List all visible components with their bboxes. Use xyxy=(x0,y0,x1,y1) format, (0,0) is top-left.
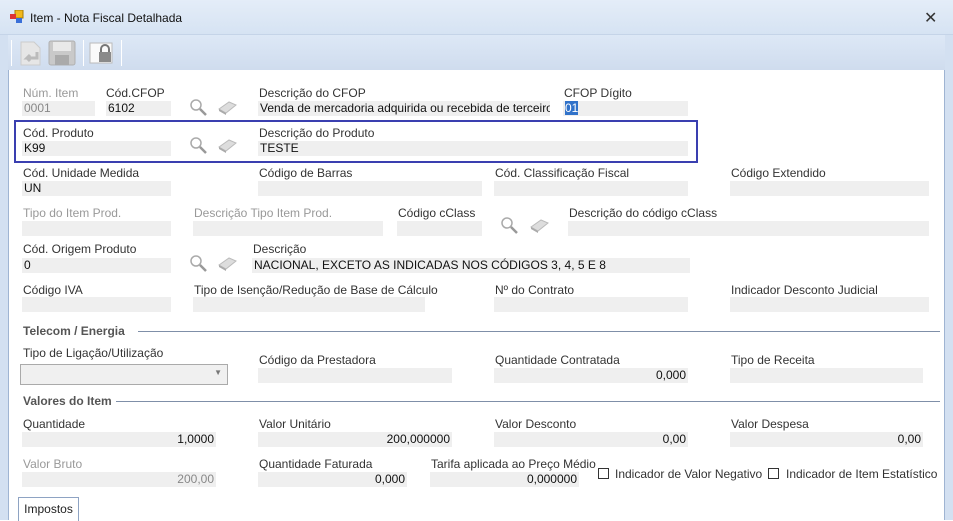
toolbar xyxy=(8,35,945,70)
qtd-faturada-label: Quantidade Faturada xyxy=(259,457,373,471)
tipo-isencao-field[interactable] xyxy=(193,297,425,312)
search-icon[interactable] xyxy=(500,216,520,234)
cod-unidade-field[interactable]: UN xyxy=(22,181,171,196)
cod-prestadora-label: Código da Prestadora xyxy=(259,353,376,367)
section-valores-title: Valores do Item xyxy=(23,394,112,408)
desc-cfop-field: Venda de mercadoria adquirida ou recebid… xyxy=(258,101,550,116)
valor-despesa-field[interactable]: 0,00 xyxy=(730,432,923,447)
cod-iva-field[interactable] xyxy=(22,297,171,312)
eraser-icon[interactable] xyxy=(217,136,237,154)
valor-negativo-checkbox[interactable] xyxy=(598,468,609,479)
app-icon xyxy=(10,10,24,23)
valor-unitario-label: Valor Unitário xyxy=(259,417,331,431)
desc-cclass-label: Descrição do código cClass xyxy=(569,206,718,220)
desc-cfop-label: Descrição do CFOP xyxy=(259,86,366,100)
cod-origem-field[interactable]: 0 xyxy=(22,258,171,273)
tipo-ligacao-select[interactable]: ▼ xyxy=(20,364,228,385)
search-icon[interactable] xyxy=(189,136,209,154)
cod-unidade-label: Cód. Unidade Medida xyxy=(23,166,140,180)
desc-tipo-item-field xyxy=(193,221,383,236)
window-title: Item - Nota Fiscal Detalhada xyxy=(30,11,183,25)
section-divider xyxy=(116,401,940,402)
cod-class-fiscal-field[interactable] xyxy=(494,181,688,196)
lock-icon xyxy=(89,42,113,64)
item-estatistico-checkbox[interactable] xyxy=(768,468,779,479)
valor-desconto-field[interactable]: 0,00 xyxy=(494,432,688,447)
section-telecom-title: Telecom / Energia xyxy=(23,324,125,338)
close-button[interactable]: ✕ xyxy=(924,8,937,28)
tipo-item-label: Tipo do Item Prod. xyxy=(23,206,122,220)
valor-bruto-field: 200,00 xyxy=(22,472,216,487)
valor-unitario-field[interactable]: 200,000000 xyxy=(258,432,452,447)
num-contrato-label: Nº do Contrato xyxy=(495,283,575,297)
lock-button[interactable] xyxy=(88,40,116,66)
num-item-label: Núm. Item xyxy=(23,86,79,100)
valor-desconto-label: Valor Desconto xyxy=(495,417,577,431)
desc-produto-field: TESTE xyxy=(258,141,688,156)
valor-negativo-label[interactable]: Indicador de Valor Negativo xyxy=(615,467,762,481)
cod-class-fiscal-label: Cód. Classificação Fiscal xyxy=(495,166,630,180)
qtd-contratada-label: Quantidade Contratada xyxy=(495,353,620,367)
section-divider xyxy=(138,331,940,332)
save-icon xyxy=(48,40,76,66)
cfop-digito-field[interactable]: 01 xyxy=(563,101,688,116)
desc-origem-field: NACIONAL, EXCETO AS INDICADAS NOS CÓDIGO… xyxy=(252,258,690,273)
ind-desc-judicial-field[interactable] xyxy=(730,297,929,312)
num-contrato-field[interactable] xyxy=(494,297,688,312)
cod-cclass-field[interactable] xyxy=(397,221,482,236)
eraser-icon[interactable] xyxy=(529,216,549,234)
valor-bruto-label: Valor Bruto xyxy=(23,457,83,471)
tipo-ligacao-label: Tipo de Ligação/Utilização xyxy=(23,346,164,360)
cod-produto-label: Cód. Produto xyxy=(23,126,94,140)
tipo-item-field xyxy=(22,221,171,236)
cfop-digito-label: CFOP Dígito xyxy=(564,86,632,100)
tipo-isencao-label: Tipo de Isenção/Redução de Base de Cálcu… xyxy=(194,283,438,297)
quantidade-label: Quantidade xyxy=(23,417,86,431)
cod-cfop-label: Cód.CFOP xyxy=(106,86,165,100)
cod-barras-label: Código de Barras xyxy=(259,166,353,180)
desc-tipo-item-label: Descrição Tipo Item Prod. xyxy=(194,206,333,220)
eraser-icon[interactable] xyxy=(217,254,237,272)
cod-origem-label: Cód. Origem Produto xyxy=(23,242,137,256)
quantidade-field[interactable]: 1,0000 xyxy=(22,432,216,447)
cod-extendido-field[interactable] xyxy=(730,181,929,196)
valor-despesa-label: Valor Despesa xyxy=(731,417,809,431)
cod-extendido-label: Código Extendido xyxy=(731,166,826,180)
undo-document-button[interactable] xyxy=(17,40,45,66)
desc-produto-label: Descrição do Produto xyxy=(259,126,375,140)
qtd-contratada-field[interactable]: 0,000 xyxy=(494,368,688,383)
cod-produto-field[interactable]: K99 xyxy=(22,141,171,156)
cod-cfop-field[interactable]: 6102 xyxy=(106,101,171,116)
title-bar: Item - Nota Fiscal Detalhada ✕ xyxy=(0,0,953,35)
cod-barras-field[interactable] xyxy=(258,181,482,196)
search-icon[interactable] xyxy=(189,254,209,272)
desc-origem-label: Descrição xyxy=(253,242,307,256)
num-item-field: 0001 xyxy=(22,101,95,116)
desc-cclass-field xyxy=(568,221,929,236)
cfop-digito-selected-text: 01 xyxy=(565,101,579,115)
chevron-down-icon: ▼ xyxy=(214,368,222,377)
qtd-faturada-field[interactable]: 0,000 xyxy=(258,472,407,487)
ind-desc-judicial-label: Indicador Desconto Judicial xyxy=(731,283,878,297)
eraser-icon[interactable] xyxy=(217,98,237,116)
item-estatistico-label[interactable]: Indicador de Item Estatístico xyxy=(786,467,937,481)
cod-iva-label: Código IVA xyxy=(23,283,83,297)
save-button[interactable] xyxy=(48,40,76,66)
undo-document-icon xyxy=(20,41,41,66)
tipo-receita-label: Tipo de Receita xyxy=(731,353,815,367)
tarifa-label: Tarifa aplicada ao Preço Médio xyxy=(431,457,596,471)
cod-cclass-label: Código cClass xyxy=(398,206,476,220)
tipo-receita-field[interactable] xyxy=(730,368,923,383)
tarifa-field[interactable]: 0,000000 xyxy=(430,472,579,487)
cod-prestadora-field[interactable] xyxy=(258,368,452,383)
search-icon[interactable] xyxy=(189,98,209,116)
tab-impostos[interactable]: Impostos xyxy=(18,497,79,521)
